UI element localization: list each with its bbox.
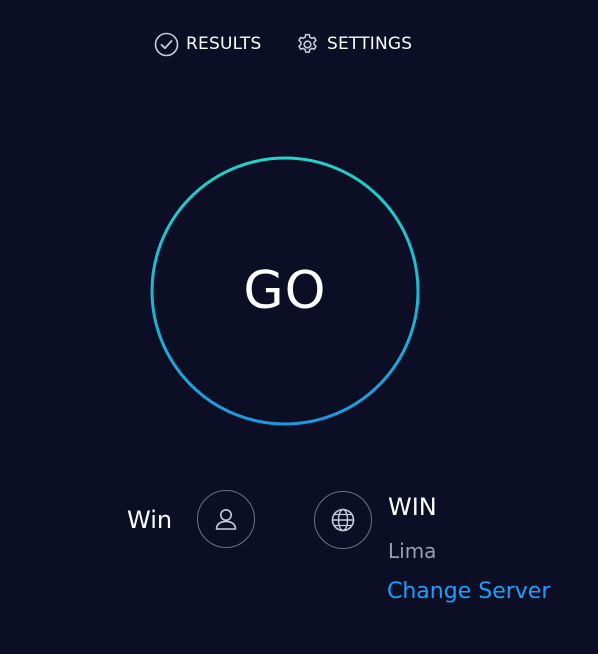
user-icon (197, 490, 255, 548)
settings-label: SETTINGS (327, 34, 413, 54)
results-label: RESULTS (186, 34, 262, 54)
change-server-link[interactable]: Change Server (387, 579, 550, 604)
top-nav: RESULTS SETTINGS (0, 30, 598, 58)
go-button[interactable]: GO (150, 156, 420, 426)
settings-nav-item[interactable]: SETTINGS (295, 30, 412, 58)
provider-name: Win (127, 506, 173, 534)
results-nav-item[interactable]: RESULTS (154, 30, 262, 58)
check-circle-icon (154, 32, 179, 57)
globe-icon (314, 491, 372, 549)
go-label: GO (243, 261, 327, 321)
go-area: GO (150, 156, 420, 426)
server-name: WIN (388, 493, 437, 521)
gear-icon (295, 32, 320, 57)
server-location: Lima (388, 539, 437, 563)
speedtest-page: RESULTS SETTINGS GO Win WIN Lima Change … (0, 0, 598, 654)
